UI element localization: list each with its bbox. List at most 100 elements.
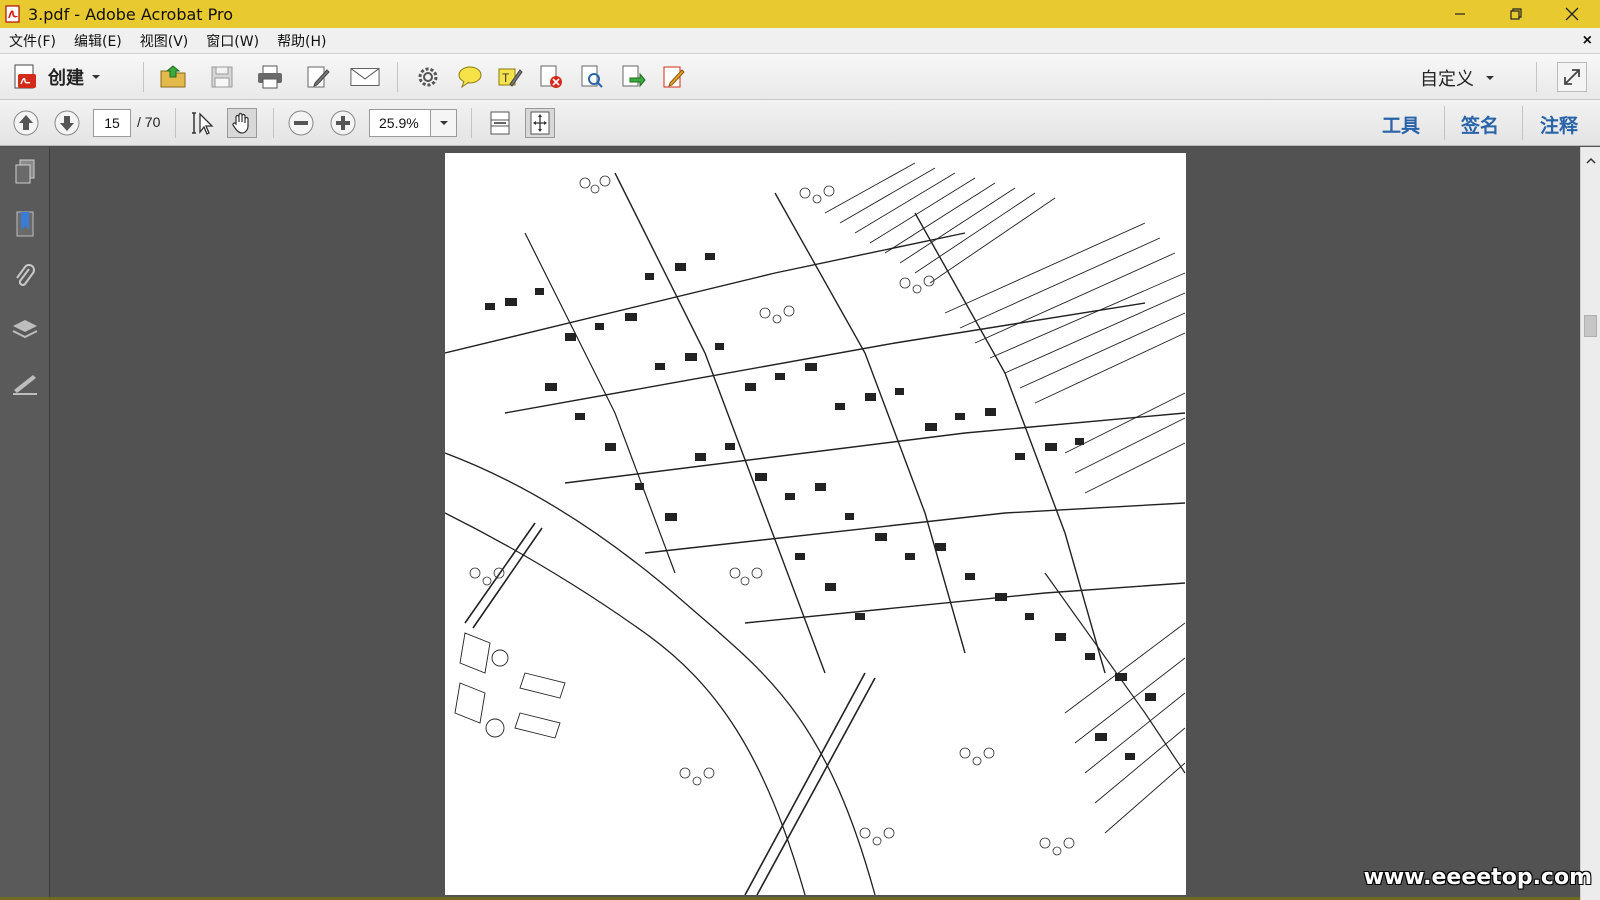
toolbar-divider [1536, 62, 1537, 92]
customize-button[interactable]: 自定义 [1420, 65, 1496, 91]
menu-bar: 文件(F) 编辑(E) 视图(V) 窗口(W) 帮助(H) × [0, 28, 1600, 54]
full-screen-button[interactable] [1557, 62, 1587, 92]
settings-icon [418, 67, 438, 87]
pdf-search-button[interactable] [577, 63, 607, 91]
zoom-level-input[interactable]: 25.9% [369, 109, 431, 137]
close-icon [1565, 7, 1579, 21]
expand-icon [1564, 69, 1580, 85]
pdf-delete-button[interactable] [536, 63, 566, 91]
toolbar-divider [1444, 106, 1445, 140]
export-button[interactable] [618, 63, 648, 91]
zoom-in-icon [330, 110, 356, 136]
page-thumbnails-button[interactable] [10, 157, 40, 187]
fit-page-icon [530, 111, 550, 135]
zoom-out-icon [288, 110, 314, 136]
zoom-out-button[interactable] [286, 108, 316, 138]
menu-file[interactable]: 文件(F) [0, 31, 65, 51]
save-icon [211, 66, 233, 88]
signatures-button[interactable] [10, 368, 40, 398]
customize-label: 自定义 [1420, 69, 1474, 90]
pdf-page [445, 153, 1186, 895]
email-icon [350, 68, 380, 86]
print-button[interactable] [255, 63, 285, 91]
navigation-toolbar: 15 / 70 25.9% 工具 签名 注释 [0, 100, 1600, 146]
close-document-button[interactable]: × [1583, 32, 1592, 50]
toolbar-divider [397, 62, 398, 92]
toolbar-divider [1522, 106, 1523, 140]
minimize-button[interactable] [1432, 0, 1488, 28]
window-title: 3.pdf - Adobe Acrobat Pro [28, 4, 234, 24]
restore-icon [1510, 8, 1522, 20]
settings-button[interactable] [413, 63, 443, 91]
edit-icon [307, 66, 330, 88]
comment-pane-link[interactable]: 注释 [1540, 111, 1578, 138]
document-view[interactable] [51, 147, 1580, 900]
watermark: www.eeeetop.com [1363, 865, 1592, 890]
pages-icon [15, 159, 35, 184]
left-navigation-pane [0, 147, 50, 900]
bookmarks-button[interactable] [10, 209, 40, 239]
hand-icon [232, 112, 249, 134]
fit-width-button[interactable] [485, 108, 515, 138]
scroll-up-icon[interactable] [1585, 155, 1597, 167]
hand-tool-button[interactable] [227, 108, 257, 138]
next-page-button[interactable] [52, 108, 82, 138]
sign-pane-link[interactable]: 签名 [1461, 111, 1499, 138]
scrollbar-thumb[interactable] [1584, 315, 1597, 337]
open-icon [160, 65, 186, 88]
tools-pane-link[interactable]: 工具 [1382, 111, 1420, 138]
fit-page-button[interactable] [525, 108, 555, 138]
print-icon [258, 65, 282, 89]
save-button[interactable] [207, 63, 237, 91]
comment-icon [458, 66, 482, 89]
city-sketch-drawing [445, 162, 1186, 895]
highlight-button[interactable]: T [495, 63, 525, 91]
zoom-in-button[interactable] [328, 108, 358, 138]
create-button[interactable]: 创建 [10, 61, 102, 93]
sign-edit-icon [663, 66, 685, 88]
acrobat-pdf-icon [5, 5, 20, 23]
open-button[interactable] [159, 63, 189, 91]
minimize-icon [1455, 13, 1465, 15]
menu-window[interactable]: 窗口(W) [197, 31, 268, 51]
menu-edit[interactable]: 编辑(E) [65, 31, 131, 51]
menu-help[interactable]: 帮助(H) [268, 31, 335, 51]
vertical-scrollbar[interactable] [1580, 147, 1600, 900]
chevron-down-icon [439, 121, 448, 125]
select-tool-button[interactable] [188, 108, 218, 138]
window-controls [1432, 0, 1600, 28]
edit-button[interactable] [303, 63, 333, 91]
export-icon [622, 65, 646, 88]
attachments-button[interactable] [10, 262, 40, 292]
email-button[interactable] [350, 63, 380, 91]
fit-width-icon [490, 111, 510, 135]
layers-button[interactable] [10, 315, 40, 345]
toolbar-divider [143, 62, 144, 92]
restore-button[interactable] [1488, 0, 1544, 28]
arrow-up-icon [13, 110, 39, 136]
svg-text:T: T [502, 71, 510, 85]
page-number-input[interactable]: 15 [93, 109, 131, 137]
zoom-dropdown-button[interactable] [431, 109, 457, 137]
pdf-search-icon [581, 65, 603, 88]
comment-button[interactable] [455, 63, 485, 91]
chevron-down-icon [1486, 76, 1494, 80]
create-pdf-icon [14, 64, 36, 89]
title-bar: 3.pdf - Adobe Acrobat Pro [0, 0, 1600, 28]
menu-view[interactable]: 视图(V) [131, 31, 198, 51]
paperclip-icon [16, 264, 35, 286]
toolbar-divider [273, 108, 274, 138]
previous-page-button[interactable] [11, 108, 41, 138]
text-cursor-icon [192, 112, 214, 135]
create-label: 创建 [48, 68, 84, 89]
signature-pen-icon [13, 375, 37, 395]
sign-edit-button[interactable] [659, 63, 689, 91]
layers-icon [12, 320, 38, 339]
pdf-delete-icon [540, 65, 562, 88]
toolbar-divider [175, 108, 176, 138]
chevron-down-icon [92, 75, 100, 79]
page-total: / 70 [137, 114, 161, 130]
arrow-down-icon [54, 110, 80, 136]
close-button[interactable] [1544, 0, 1600, 28]
highlight-icon: T [498, 68, 523, 87]
